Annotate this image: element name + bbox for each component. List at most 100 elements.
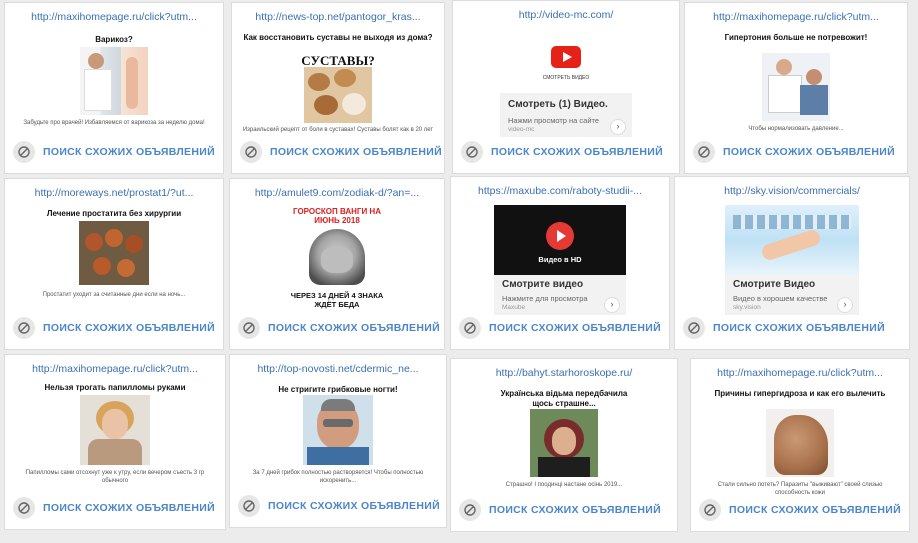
block-ad-button[interactable]	[459, 317, 481, 339]
play-label: СМОТРЕТЬ ВИДЕО	[542, 75, 590, 81]
video-title: Смотрите видео	[502, 279, 584, 290]
ad-url-link[interactable]: http://amulet9.com/zodiak-d/?an=...	[230, 187, 444, 199]
find-similar-ads-link[interactable]: ПОИСК СХОЖИХ ОБЪЯВЛЕНИЙ	[491, 146, 663, 158]
find-similar-ads-link[interactable]: ПОИСК СХОЖИХ ОБЪЯВЛЕНИЙ	[268, 500, 440, 512]
ad-headline: Варикоз?	[95, 35, 133, 44]
ad-card[interactable]: http://amulet9.com/zodiak-d/?an=... ГОРО…	[229, 178, 445, 350]
block-ad-button[interactable]	[13, 317, 35, 339]
ad-headline: Нельзя трогать папилломы руками	[44, 383, 186, 392]
video-ad[interactable]: Видео в HD Смотрите видео Нажмите для пр…	[494, 205, 626, 315]
ad-url-link[interactable]: http://news-top.net/pantogor_kras...	[232, 11, 444, 23]
find-similar-ads-link[interactable]: ПОИСК СХОЖИХ ОБЪЯВЛЕНИЙ	[489, 504, 661, 516]
ad-creative[interactable]: ⓘ СМОТРЕТЬ ВИДЕО Смотреть (1) Видео. Наж…	[453, 25, 679, 137]
block-icon	[18, 146, 30, 158]
block-icon	[245, 146, 257, 158]
ad-card[interactable]: https://maxube.com/raboty-studii-... Вид…	[450, 176, 670, 350]
block-ad-button[interactable]	[13, 141, 35, 163]
video-ad[interactable]: ⓘ СМОТРЕТЬ ВИДЕО Смотреть (1) Видео. Наж…	[500, 27, 632, 137]
ad-creative[interactable]: Причины гипергидроза и как его вылечить …	[691, 383, 909, 496]
block-ad-button[interactable]	[238, 495, 260, 517]
block-icon	[688, 322, 700, 334]
ad-headline: Гипертония больше не потревожит!	[724, 33, 868, 42]
ad-banner-bottom-text: ЧЕРЕЗ 14 ДНЕЙ 4 ЗНАКА ЖДЁТ БЕДА	[290, 291, 384, 309]
find-similar-ads-link[interactable]: ПОИСК СХОЖИХ ОБЪЯВЛЕНИЙ	[43, 502, 215, 514]
ad-image	[766, 409, 834, 477]
ad-creative[interactable]: ГОРОСКОП ВАНГИ НА ИЮНЬ 2018 ЧЕРЕЗ 14 ДНЕ…	[230, 203, 444, 315]
block-icon	[464, 504, 476, 516]
block-ad-button[interactable]	[693, 141, 715, 163]
block-ad-button[interactable]	[238, 317, 260, 339]
ad-url-link[interactable]: http://video-mc.com/	[453, 9, 679, 21]
ad-description: Страшно! І поодинці настане осінь 2019..…	[505, 482, 623, 488]
find-similar-ads-link[interactable]: ПОИСК СХОЖИХ ОБЪЯВЛЕНИЙ	[268, 322, 440, 334]
find-similar-ads-link[interactable]: ПОИСК СХОЖИХ ОБЪЯВЛЕНИЙ	[489, 322, 661, 334]
ad-card[interactable]: http://moreways.net/prostat1/?ut... Лече…	[4, 178, 224, 350]
ad-card[interactable]: http://bahyt.starhoroskope.ru/ Українськ…	[450, 358, 678, 532]
ad-image	[80, 47, 148, 115]
ad-creative[interactable]: Смотрите Видео Видео в хорошем качестве …	[675, 201, 909, 315]
find-similar-ads-link[interactable]: ПОИСК СХОЖИХ ОБЪЯВЛЕНИЙ	[723, 146, 895, 158]
ad-creative[interactable]: Видео в HD Смотрите видео Нажмите для пр…	[451, 201, 669, 315]
block-icon	[243, 322, 255, 334]
ad-url-link[interactable]: http://maxihomepage.ru/click?utm...	[685, 11, 907, 23]
ad-creative[interactable]: Гипертония больше не потревожит! Чтобы н…	[685, 27, 907, 137]
ad-caption: СУСТАВЫ?	[301, 53, 375, 68]
ad-headline: Не стригите грибковые ногти!	[278, 385, 398, 394]
ad-description: Израильский рецепт от боли в суставах! С…	[242, 127, 434, 133]
block-ad-button[interactable]	[13, 497, 35, 519]
block-ad-button[interactable]	[240, 141, 262, 163]
ad-card[interactable]: http://sky.vision/commercials/ Смотрите …	[674, 176, 910, 350]
ad-card[interactable]: http://top-novosti.net/cdermic_ne... Не …	[229, 354, 447, 528]
ad-creative[interactable]: Варикоз? Забудьте про врачей! Избавляемс…	[5, 27, 223, 137]
ad-creative[interactable]: Как восстановить суставы не выходя из до…	[232, 27, 444, 137]
video-subtitle: Нажми просмотр на сайте	[508, 116, 600, 125]
ad-url-link[interactable]: http://top-novosti.net/cdermic_ne...	[230, 363, 446, 375]
ad-image: ГОРОСКОП ВАНГИ НА ИЮНЬ 2018 ЧЕРЕЗ 14 ДНЕ…	[285, 205, 389, 315]
ad-headline: Причины гипергидроза и как его вылечить	[714, 389, 886, 398]
ad-image	[530, 409, 598, 477]
ad-card[interactable]: http://news-top.net/pantogor_kras... Как…	[231, 2, 445, 174]
ad-card[interactable]: http://maxihomepage.ru/click?utm... Вари…	[4, 2, 224, 174]
block-ad-button[interactable]	[461, 141, 483, 163]
ad-description: Простатит уходит за считанные дни если н…	[42, 292, 186, 298]
video-domain: sky.vision	[733, 304, 761, 311]
block-icon	[18, 502, 30, 514]
ad-card[interactable]: http://video-mc.com/ ⓘ СМОТРЕТЬ ВИДЕО См…	[452, 0, 680, 174]
video-domain: Maxube	[502, 304, 526, 311]
ad-card[interactable]: http://maxihomepage.ru/click?utm... Нель…	[4, 354, 226, 530]
block-ad-button[interactable]	[683, 317, 705, 339]
ad-url-link[interactable]: http://maxihomepage.ru/click?utm...	[5, 11, 223, 23]
ad-card[interactable]: http://maxihomepage.ru/click?utm... Гипе…	[684, 2, 908, 174]
chevron-right-icon[interactable]: ›	[610, 119, 626, 135]
ad-creative[interactable]: Не стригите грибковые ногти! За 7 дней г…	[230, 379, 446, 491]
block-ad-button[interactable]	[459, 499, 481, 521]
ad-url-link[interactable]: http://maxihomepage.ru/click?utm...	[5, 363, 225, 375]
find-similar-ads-link[interactable]: ПОИСК СХОЖИХ ОБЪЯВЛЕНИЙ	[43, 322, 215, 334]
chevron-right-icon[interactable]: ›	[604, 297, 620, 313]
block-ad-button[interactable]	[699, 499, 721, 521]
video-banner-text: Видео в HD	[538, 255, 582, 264]
ad-url-link[interactable]: http://sky.vision/commercials/	[675, 185, 909, 197]
ad-creative[interactable]: Нельзя трогать папилломы руками Папиллом…	[5, 379, 225, 493]
video-ad[interactable]: Смотрите Видео Видео в хорошем качестве …	[725, 205, 859, 315]
ad-headline: Как восстановить суставы не выходя из до…	[243, 33, 433, 42]
find-similar-ads-link[interactable]: ПОИСК СХОЖИХ ОБЪЯВЛЕНИЙ	[43, 146, 215, 158]
find-similar-ads-link[interactable]: ПОИСК СХОЖИХ ОБЪЯВЛЕНИЙ	[270, 146, 442, 158]
ad-card[interactable]: http://maxihomepage.ru/click?utm... Прич…	[690, 358, 910, 532]
ad-creative[interactable]: Українська відьма передбачила щось страш…	[451, 383, 677, 495]
ad-image	[304, 67, 372, 123]
ad-url-link[interactable]: http://bahyt.starhoroskope.ru/	[451, 367, 677, 379]
ad-url-link[interactable]: http://maxihomepage.ru/click?utm...	[691, 367, 909, 379]
ad-creative[interactable]: Лечение простатита без хирургии Простати…	[5, 203, 223, 313]
block-icon	[243, 500, 255, 512]
find-similar-ads-link[interactable]: ПОИСК СХОЖИХ ОБЪЯВЛЕНИЙ	[729, 504, 901, 516]
ad-url-link[interactable]: http://moreways.net/prostat1/?ut...	[5, 187, 223, 199]
block-icon	[18, 322, 30, 334]
find-similar-ads-link[interactable]: ПОИСК СХОЖИХ ОБЪЯВЛЕНИЙ	[713, 322, 885, 334]
ad-image	[79, 221, 149, 285]
ad-headline: Лечение простатита без хирургии	[46, 209, 182, 218]
chevron-right-icon[interactable]: ›	[837, 297, 853, 313]
ad-url-link[interactable]: https://maxube.com/raboty-studii-...	[451, 185, 669, 197]
ad-image	[80, 395, 150, 465]
ad-description: Чтобы нормализовать давление...	[748, 126, 844, 132]
